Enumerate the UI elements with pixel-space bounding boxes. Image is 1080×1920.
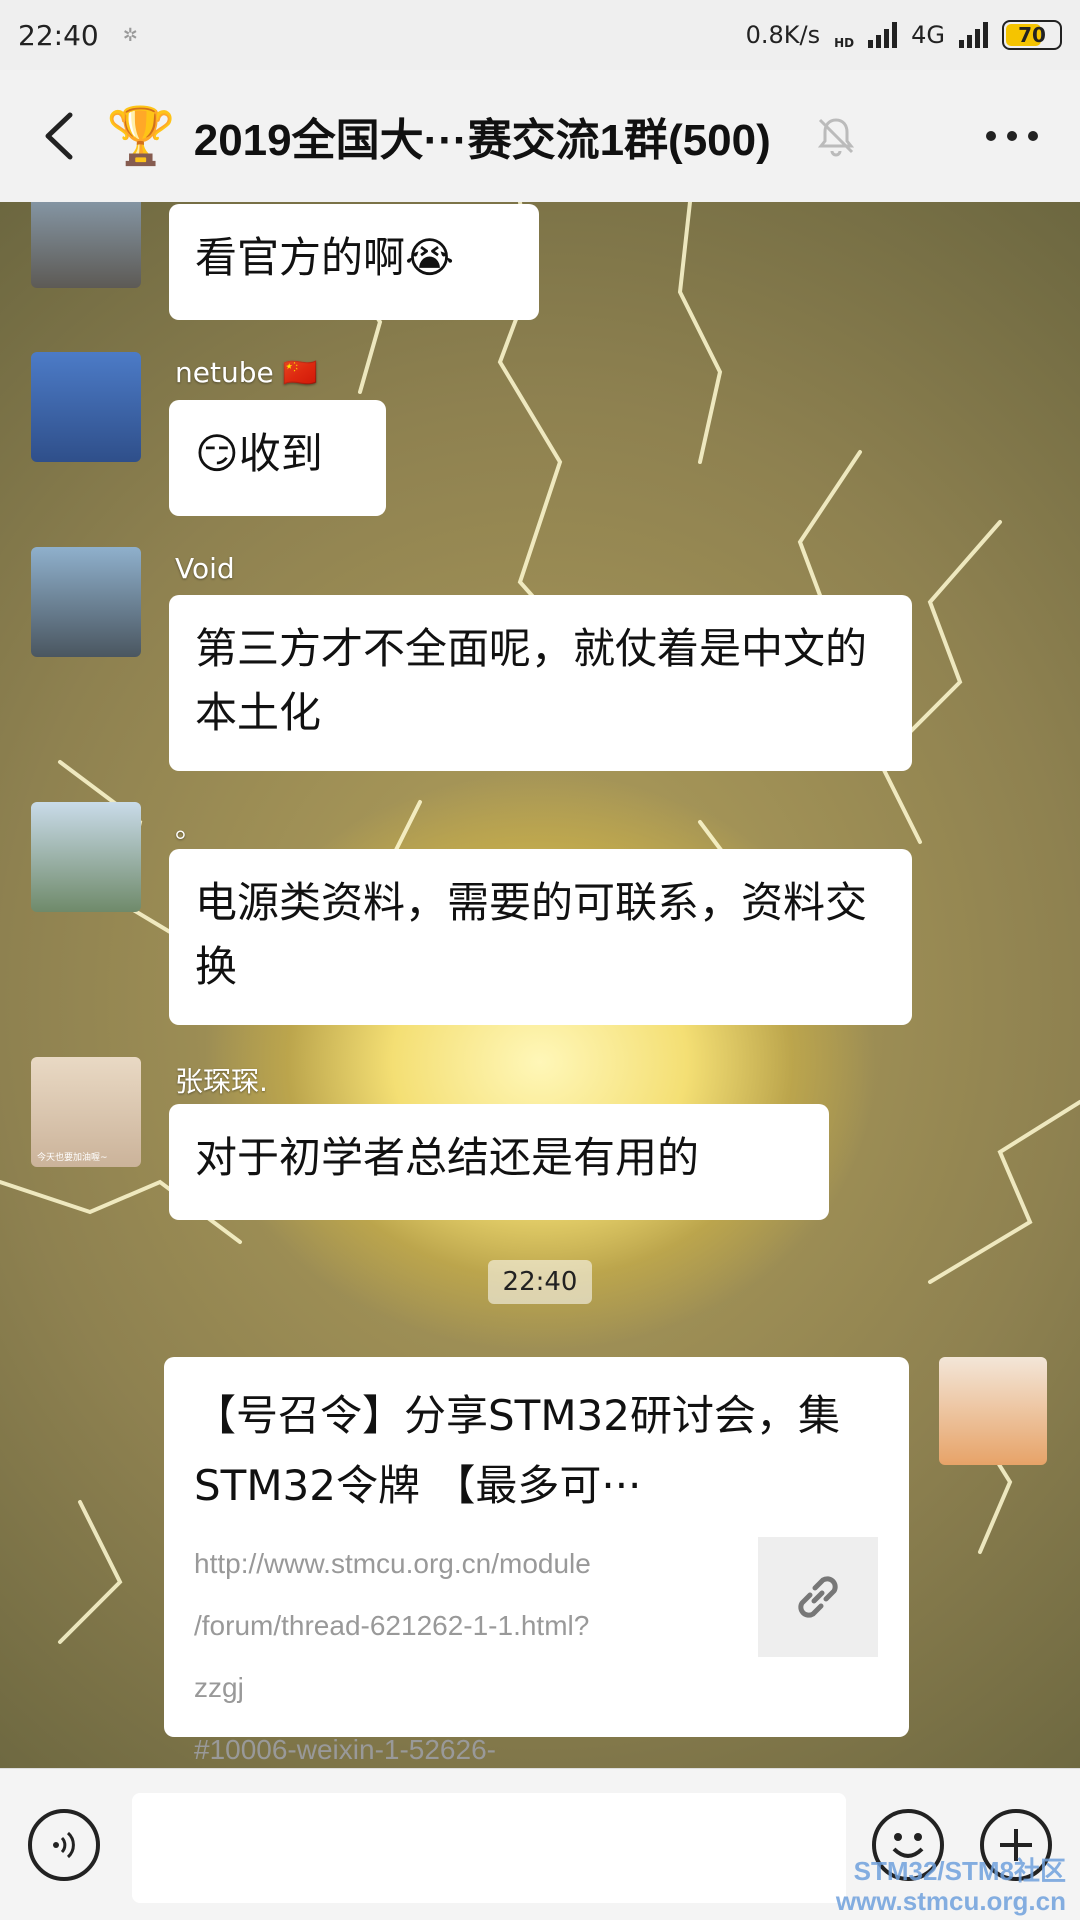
more-button[interactable] [982,106,1042,166]
bell-off-icon [817,118,854,157]
avatar[interactable]: 今天也要加油喔~ [31,1057,141,1167]
voice-button[interactable] [28,1809,100,1881]
message-bubble[interactable]: 电源类资料，需要的可联系，资料交换 [169,849,912,1025]
link-url-line: http://www.stmcu.org.cn/module [194,1548,591,1579]
chat-area[interactable]: 看官方的啊😭 netube 🇨🇳 😏收到 Void 第三方才不全面呢，就仗着是中… [0,202,1080,1768]
watermark-line: STM32/STM8社区 [853,1856,1066,1886]
link-thumbnail [758,1537,878,1657]
sender-name: Void [175,552,235,585]
avatar-badge: 今天也要加油喔~ [37,1153,108,1163]
sender-name: 张琛琛. [175,1065,268,1098]
message-bubble[interactable]: 第三方才不全面呢，就仗着是中文的本土化 [169,595,912,771]
mute-button[interactable] [811,111,861,161]
signal-icon-2 [959,22,988,48]
chat-title[interactable]: 2019全国大···赛交流1群(500) [194,104,771,168]
link-icon [798,1576,838,1618]
message-input[interactable] [132,1793,846,1903]
link-url-line: /forum/thread-621262-1-1.html?zzgj [194,1610,590,1703]
voice-icon [53,1831,75,1859]
link-url: http://www.stmcu.org.cn/module /forum/th… [194,1533,614,1768]
avatar[interactable] [31,547,141,657]
watermark: STM32/STM8社区 www.stmcu.org.cn [836,1856,1066,1916]
hd-label: HD [834,36,855,50]
chat-header: 🏆 2019全国大···赛交流1群(500) [0,70,1080,202]
message-bubble[interactable]: 😏收到 [169,400,386,516]
chevron-left-icon [45,112,73,160]
avatar[interactable] [31,802,141,912]
battery-level: 70 [1018,23,1046,47]
avatar[interactable] [31,202,141,288]
link-title: 【号召令】分享STM32研讨会，集STM32令牌 【最多可··· [194,1391,840,1510]
timestamp: 22:40 [488,1260,592,1304]
link-url-line: #10006-weixin-1-52626-6b3bffd0··· [194,1734,496,1765]
link-card[interactable]: 【号召令】分享STM32研讨会，集STM32令牌 【最多可··· http://… [164,1357,909,1765]
avatar[interactable] [31,352,141,462]
signal-icon [868,22,898,48]
status-time: 22:40 [18,18,99,52]
my-avatar[interactable] [939,1357,1047,1465]
watermark-line: www.stmcu.org.cn [835,1886,1066,1916]
message-bubble[interactable]: 看官方的啊😭 [169,204,539,320]
message-bubble[interactable]: 对于初学者总结还是有用的 [169,1104,829,1220]
back-button[interactable] [20,96,100,176]
notification-icon: ✲ [122,24,138,46]
network-speed: 0.8K/s [745,21,821,49]
network-type: 4G [911,21,945,49]
battery-icon: 70 [1002,20,1062,50]
trophy-icon: 🏆 [106,104,176,169]
sender-name: netube 🇨🇳 [175,356,318,389]
status-bar: 22:40 ✲ 0.8K/s HD 4G 70 [0,0,1080,70]
ellipsis-icon [986,131,1038,141]
sender-name: 。 [175,811,204,844]
phone-screen: 22:40 ✲ 0.8K/s HD 4G 70 🏆 2019全国大···赛交流1… [0,0,1080,1920]
